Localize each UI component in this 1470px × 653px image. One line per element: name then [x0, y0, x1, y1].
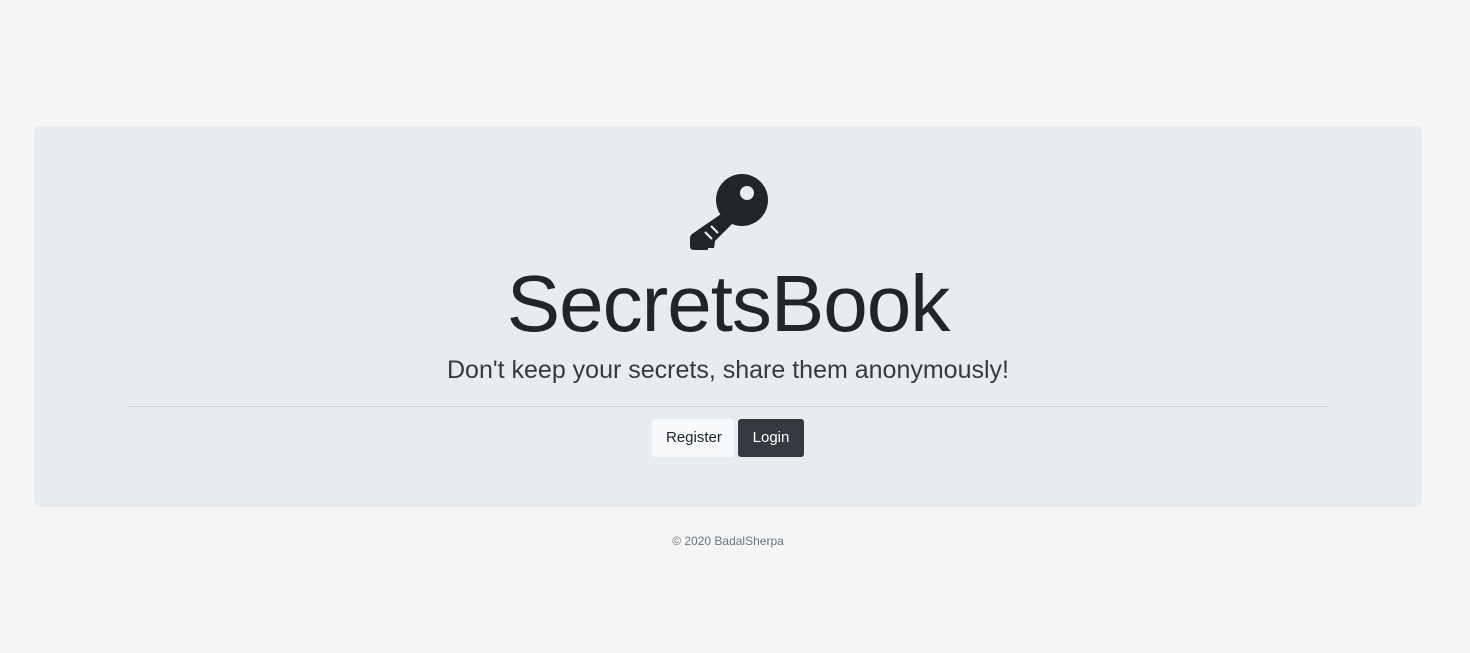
tagline: Don't keep your secrets, share them anon… — [447, 356, 1009, 384]
action-buttons: Register Login — [34, 419, 1422, 457]
footer-copyright: © 2020 BadalSherpa — [672, 534, 784, 548]
page-title: SecretsBook — [506, 259, 951, 348]
login-button[interactable]: Login — [738, 419, 804, 457]
key-icon — [690, 174, 768, 250]
hero-jumbotron: SecretsBook Don't keep your secrets, sha… — [34, 126, 1422, 507]
register-button[interactable]: Register — [652, 419, 734, 457]
divider — [128, 406, 1328, 407]
